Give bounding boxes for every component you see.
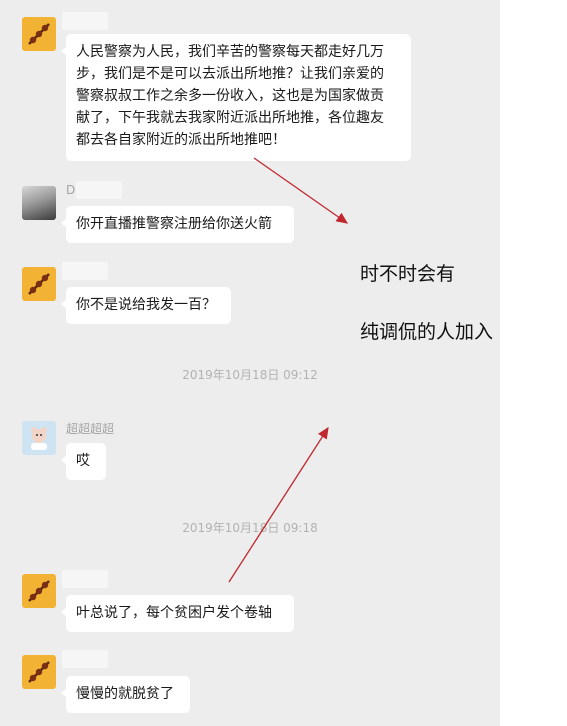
annotation-line-1: 时不时会有 [360,263,456,285]
annotation-line-2: 纯调侃的人加入 [360,321,494,343]
arrow-to-second-message [228,426,329,583]
arrow-to-first-message [253,157,349,224]
annotation-arrows [228,157,349,583]
